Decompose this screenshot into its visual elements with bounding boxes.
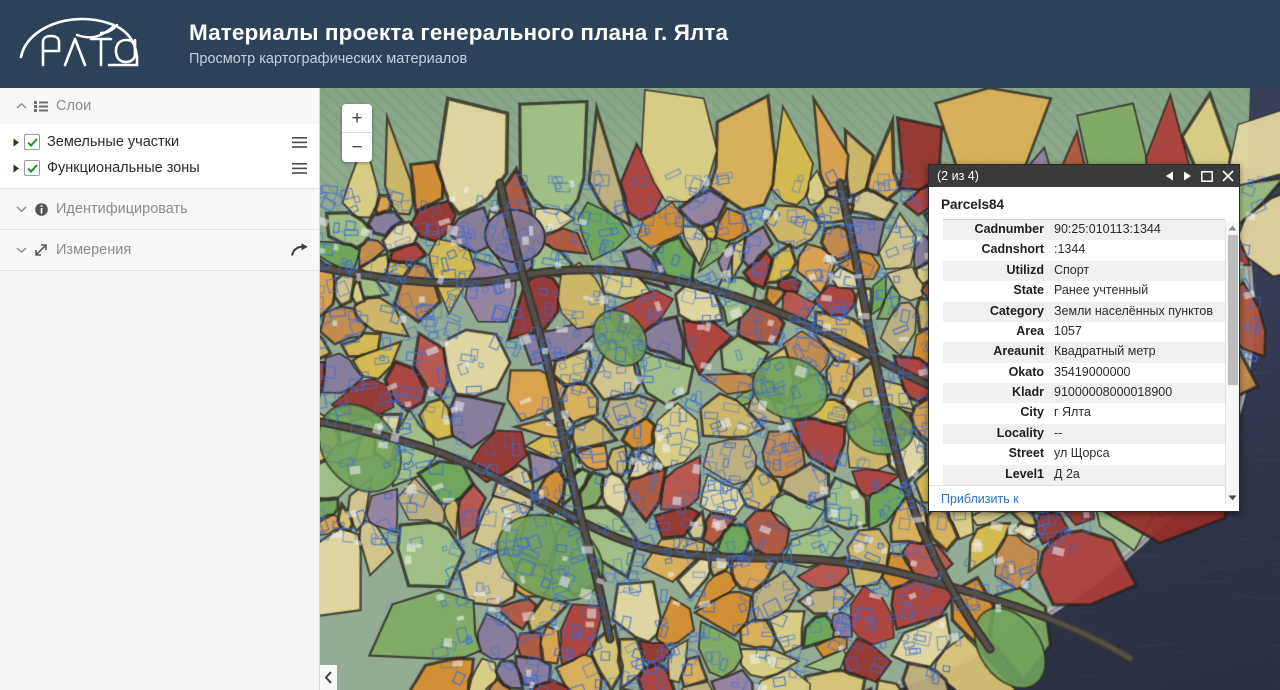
sidebar: Слои Земельные участки Функциональные зо…: [0, 88, 320, 690]
attribute-value: :1344: [1054, 242, 1086, 257]
attribute-row: Utilizd Спорт: [943, 260, 1225, 282]
layer-item-funkcionalnye-zony[interactable]: Функциональные зоны: [0, 155, 319, 181]
layers-list: Земельные участки Функциональные зоны: [0, 124, 319, 188]
layer-label: Функциональные зоны: [47, 160, 200, 176]
attribute-key: Area: [1016, 323, 1044, 338]
attribute-key: Utilizd: [943, 260, 1051, 282]
attribute-key: Street: [1008, 446, 1044, 461]
triangle-right-icon[interactable]: [8, 164, 24, 173]
attribute-key: Level1: [943, 464, 1051, 485]
attribute-row: Street ул Щорса: [943, 444, 1225, 464]
attribute-row: Okato 35419000000: [943, 363, 1225, 383]
attribute-key: Okato: [1008, 364, 1044, 379]
layer-checkbox[interactable]: [24, 134, 40, 150]
attribute-value: ул Щорса: [1054, 446, 1110, 461]
sidebar-collapse-handle[interactable]: [320, 665, 337, 690]
attribute-row: City г Ялта: [943, 403, 1225, 423]
attribute-value: Ранее учтенный: [1054, 283, 1149, 298]
share-arrow-icon[interactable]: [291, 243, 309, 257]
chevron-left-icon: [324, 671, 332, 684]
popup-scrollbar[interactable]: [1225, 221, 1239, 504]
attribute-value: --: [1051, 423, 1225, 445]
zoom-in-button[interactable]: +: [342, 104, 372, 133]
panel-measure-header[interactable]: Измерения: [0, 230, 319, 270]
attribute-value: Спорт: [1051, 260, 1225, 282]
header-text-block: Материалы проекта генерального плана г. …: [175, 19, 728, 70]
attribute-key: Locality: [943, 423, 1051, 445]
panel-layers-label: Слои: [56, 98, 92, 114]
attribute-value: Квадратный метр: [1051, 342, 1225, 363]
popup-feature-name: Parcels84: [941, 197, 1005, 212]
triangle-right-icon[interactable]: [8, 138, 24, 147]
attribute-table: Cadnumber 90:25:010113:1344 Cadnshort:1344…: [943, 220, 1225, 485]
attribute-row: Cadnshort :1344: [943, 240, 1225, 260]
attribute-table-wrapper: Cadnumber 90:25:010113:1344 Cadnshort:1344…: [943, 219, 1225, 485]
popup-body: Parcels84 Cadnumber 90:25:010113:1344 Cadn…: [929, 187, 1239, 511]
attribute-row: Category Земли населённых пунктов: [943, 301, 1225, 322]
scroll-down-arrow-icon[interactable]: [1226, 491, 1240, 504]
app-logo[interactable]: [0, 0, 175, 88]
yalta-arc-seagull-logo: [19, 17, 138, 67]
sidebar-empty-area: [0, 271, 319, 311]
popup-controls: [1165, 170, 1234, 182]
panel-measure: Измерения: [0, 230, 319, 271]
attribute-value: Д 2а: [1051, 464, 1225, 485]
scrollbar-track[interactable]: [1226, 234, 1240, 491]
attribute-value: 90:25:010113:1344: [1051, 220, 1225, 241]
panel-identify-label: Идентифицировать: [56, 201, 188, 217]
panel-identify: Идентифицировать: [0, 189, 319, 230]
application-window: Материалы проекта генерального плана г. …: [0, 0, 1280, 690]
panel-layers-header[interactable]: Слои: [0, 88, 319, 124]
hamburger-menu-icon[interactable]: [292, 162, 309, 174]
attribute-row: State Ранее учтенный: [943, 281, 1225, 301]
scrollbar-thumb[interactable]: [1227, 235, 1238, 385]
panel-measure-label: Измерения: [56, 242, 132, 258]
chevron-up-icon[interactable]: [12, 102, 30, 110]
popup-record-counter: (2 из 4): [937, 169, 979, 183]
attribute-value: 91000008000018900: [1051, 383, 1225, 404]
popup-titlebar[interactable]: (2 из 4): [929, 165, 1239, 187]
panel-identify-header[interactable]: Идентифицировать: [0, 189, 319, 229]
layer-item-zemelnye-uchastki[interactable]: Земельные участки: [0, 129, 319, 155]
attribute-row: Area 1057: [943, 322, 1225, 342]
layer-checkbox[interactable]: [24, 160, 40, 176]
prev-triangle-icon[interactable]: [1165, 171, 1174, 181]
attribute-key: City: [1020, 405, 1044, 420]
next-triangle-icon[interactable]: [1183, 171, 1192, 181]
page-title: Материалы проекта генерального плана г. …: [189, 19, 729, 45]
panel-layers: Слои Земельные участки Функциональные зо…: [0, 88, 319, 189]
app-header: Материалы проекта генерального плана г. …: [0, 0, 1280, 88]
attribute-value: 35419000000: [1054, 364, 1131, 379]
attribute-row: Kladr 91000008000018900: [943, 383, 1225, 404]
list-icon: [30, 100, 52, 112]
attribute-row: Locality --: [943, 423, 1225, 445]
attribute-row: Areaunit Квадратный метр: [943, 342, 1225, 363]
attribute-row: Level1 Д 2а: [943, 464, 1225, 485]
attribute-value: Земли населённых пунктов: [1051, 301, 1225, 322]
attribute-value: 1057: [1054, 323, 1082, 338]
attribute-key: Kladr: [943, 383, 1051, 404]
scroll-up-arrow-icon[interactable]: [1226, 221, 1240, 234]
attribute-value: г Ялта: [1054, 405, 1091, 420]
maximize-square-icon[interactable]: [1201, 170, 1213, 182]
attribute-key: Areaunit: [943, 342, 1051, 363]
attribute-row: Cadnumber 90:25:010113:1344: [943, 220, 1225, 241]
chevron-down-icon[interactable]: [12, 205, 30, 213]
attribute-key: Category: [943, 301, 1051, 322]
map-zoom-control: + −: [342, 104, 372, 162]
zoom-out-button[interactable]: −: [342, 133, 372, 162]
close-x-icon[interactable]: [1222, 170, 1234, 182]
feature-info-popup[interactable]: (2 из 4) Parcels84 Cadnumber 90:25:01011…: [928, 164, 1240, 512]
zoom-to-feature-link[interactable]: Приблизить к: [941, 492, 1019, 506]
page-subtitle: Просмотр картографических материалов: [189, 50, 468, 67]
attribute-key: Cadnshort: [981, 242, 1045, 257]
attribute-key: State: [1013, 283, 1044, 298]
attribute-key: Cadnumber: [943, 220, 1051, 241]
info-circle-icon: [30, 202, 52, 216]
popup-footer: Приблизить к: [929, 485, 1239, 511]
chevron-down-icon[interactable]: [12, 246, 30, 254]
hamburger-menu-icon[interactable]: [292, 136, 309, 148]
measure-diagonal-arrows-icon: [30, 243, 52, 257]
layer-label: Земельные участки: [47, 134, 180, 150]
